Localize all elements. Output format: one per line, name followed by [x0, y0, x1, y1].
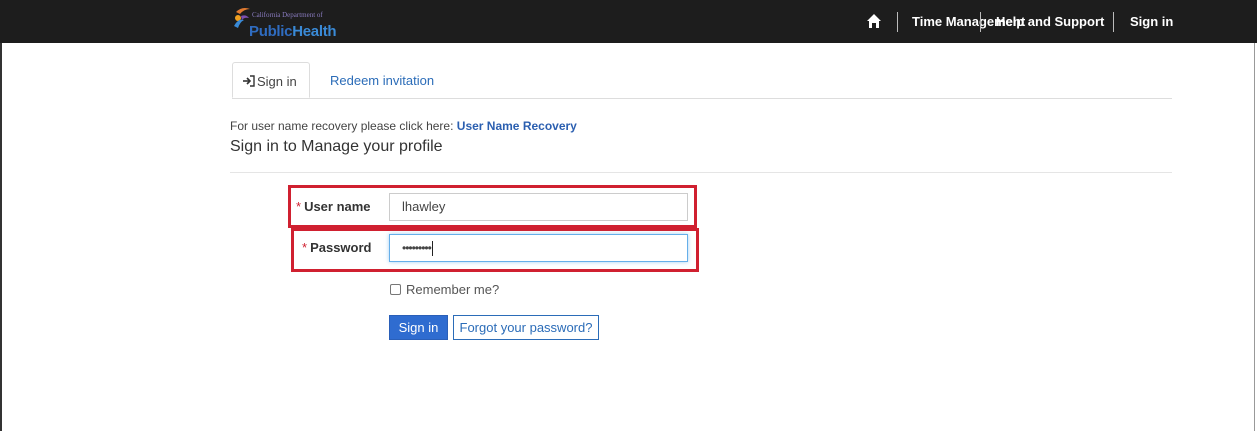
remember-me-label: Remember me? [406, 282, 500, 297]
auth-tabs: Sign in Redeem invitation [232, 62, 1172, 99]
remember-me-checkbox[interactable] [390, 284, 401, 295]
page-title: Sign in to Manage your profile [230, 138, 443, 155]
password-input[interactable]: ••••••••• [389, 234, 688, 262]
tab-sign-in-label: Sign in [257, 74, 297, 89]
home-icon[interactable] [866, 13, 882, 29]
nav-separator [1113, 12, 1114, 32]
required-asterisk: * [296, 199, 302, 214]
username-label: * User name [296, 199, 371, 214]
main-nav: Time Management Help and Support Sign in [0, 0, 1257, 43]
tab-redeem-invitation[interactable]: Redeem invitation [330, 73, 434, 88]
text-caret [431, 241, 433, 257]
required-asterisk: * [302, 240, 308, 255]
top-navigation-bar: California Department of PublicHealth Ti… [0, 0, 1257, 43]
user-name-recovery-link[interactable]: User Name Recovery [457, 119, 577, 133]
forgot-password-button[interactable]: Forgot your password? [453, 315, 599, 340]
password-label: * Password [302, 240, 372, 255]
nav-help-and-support[interactable]: Help and Support [996, 14, 1104, 29]
nav-separator [980, 12, 981, 32]
sign-in-icon [243, 75, 255, 87]
username-recovery-text: For user name recovery please click here… [230, 119, 577, 133]
tab-sign-in[interactable]: Sign in [232, 62, 310, 98]
divider [230, 172, 1172, 173]
username-input[interactable]: lhawley [389, 193, 688, 221]
recovery-prefix: For user name recovery please click here… [230, 119, 454, 133]
sign-in-button[interactable]: Sign in [389, 315, 448, 340]
remember-me-row[interactable]: Remember me? [390, 282, 499, 297]
nav-sign-in[interactable]: Sign in [1130, 14, 1173, 29]
nav-separator [897, 12, 898, 32]
